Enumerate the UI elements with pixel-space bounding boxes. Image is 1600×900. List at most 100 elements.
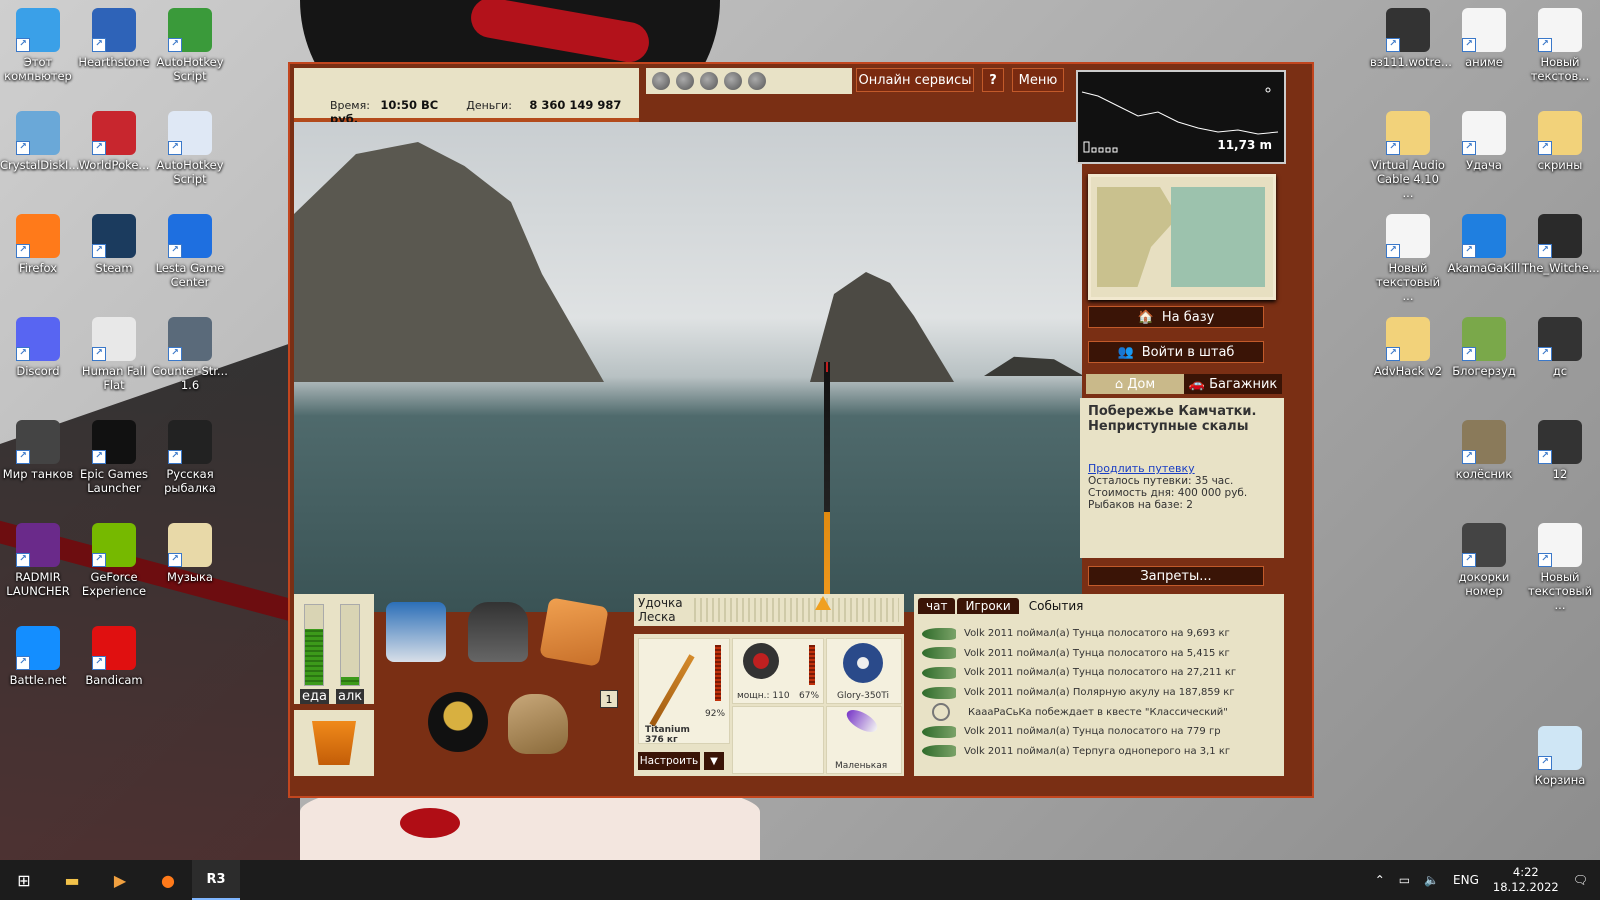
- desktop-icon-label: CrystalDiskI...: [0, 158, 80, 172]
- shortcut-arrow-icon: ↗: [1538, 450, 1552, 464]
- line-slot[interactable]: Glory-350Ti: [826, 638, 902, 704]
- enter-hq-button[interactable]: 👥 Войти в штаб: [1088, 341, 1264, 363]
- rod-slot-5-icon[interactable]: [748, 72, 766, 90]
- language-indicator[interactable]: ENG: [1453, 873, 1479, 887]
- shortcut-arrow-icon: ↗: [1538, 347, 1552, 361]
- desktop-icon[interactable]: ↗ Bandicam: [76, 626, 152, 687]
- text-file-icon: ↗: [1462, 8, 1506, 52]
- desktop-icon[interactable]: ↗ Новый текстов...: [1522, 8, 1598, 83]
- notification-icon[interactable]: 🗨: [1573, 873, 1588, 887]
- reel-slot[interactable]: мощн.: 110 67%: [732, 638, 824, 704]
- keepnet-bucket[interactable]: [294, 710, 374, 776]
- menu-button[interactable]: Меню: [1012, 68, 1064, 92]
- desktop-icon[interactable]: ↗ Музыка: [152, 523, 228, 584]
- desktop-icon[interactable]: ↗ Battle.net: [0, 626, 76, 687]
- tab-events[interactable]: События: [1020, 598, 1092, 614]
- desktop-icon[interactable]: ↗ докорки номер: [1446, 523, 1522, 598]
- desktop-icon[interactable]: ↗ 12: [1522, 420, 1598, 481]
- rod-percent: 92%: [705, 709, 726, 719]
- rod-slot-1-icon[interactable]: [652, 72, 670, 90]
- desktop-icon[interactable]: ↗ вз111.wotre...: [1370, 8, 1452, 69]
- desktop-icon[interactable]: ↗ дс: [1522, 317, 1598, 378]
- desktop-icon[interactable]: ↗ Удача: [1446, 111, 1522, 172]
- desktop-icon[interactable]: ↗ WorldPoke...: [76, 111, 152, 172]
- tension-track: [694, 598, 899, 622]
- shortcut-arrow-icon: ↗: [92, 553, 106, 567]
- rod-tension-label: Удочка: [638, 596, 683, 610]
- desktop-icon[interactable]: ↗ Корзина: [1522, 726, 1598, 787]
- to-base-button[interactable]: 🏠 На базу: [1088, 306, 1264, 328]
- tackle-box-icon[interactable]: [386, 602, 446, 662]
- desktop-icon[interactable]: ↗ колёсник: [1446, 420, 1522, 481]
- desktop-icon[interactable]: ↗ RADMIR LAUNCHER: [0, 523, 76, 598]
- location-map[interactable]: [1088, 174, 1276, 300]
- lure-slot[interactable]: Маленькая: [826, 705, 902, 774]
- rod-name: Titanium: [645, 725, 690, 735]
- desktop-icon[interactable]: ↗ Counter-Str... 1.6: [152, 317, 228, 392]
- desktop-icon-label: Steam: [95, 261, 133, 275]
- cauldron-icon[interactable]: [428, 692, 488, 752]
- chevron-up-icon[interactable]: ⌃: [1375, 873, 1385, 887]
- desktop-icon-label: WorldPoke...: [78, 158, 150, 172]
- desktop-icon[interactable]: ↗ AutoHotkey Script: [152, 111, 228, 186]
- desktop-icon[interactable]: ↗ Блогерзуд: [1446, 317, 1522, 378]
- setup-button[interactable]: Настроить: [638, 752, 700, 770]
- volume-icon[interactable]: 🔈: [1424, 873, 1439, 887]
- desktop-icon[interactable]: ↗ AutoHotkey Script: [152, 8, 228, 83]
- desktop-icon[interactable]: ↗ Steam: [76, 214, 152, 275]
- notebook-icon[interactable]: [539, 597, 609, 667]
- taskbar-media[interactable]: ▶: [96, 860, 144, 900]
- online-services-button[interactable]: Онлайн сервисы: [856, 68, 974, 92]
- desktop-icon[interactable]: ↗ Hearthstone: [76, 8, 152, 69]
- taskbar-rr3[interactable]: R3: [192, 860, 240, 900]
- rod-slot-2-icon[interactable]: [676, 72, 694, 90]
- reef-right: [984, 356, 1082, 376]
- tab-home[interactable]: ⌂ Дом: [1086, 374, 1184, 394]
- tab-trunk[interactable]: 🚗 Багажник: [1184, 374, 1282, 394]
- taskbar-explorer[interactable]: ▬: [48, 860, 96, 900]
- needs-meters: еда алк: [294, 594, 374, 704]
- shortcut-arrow-icon: ↗: [1538, 756, 1552, 770]
- desktop-icon[interactable]: ↗ GeForce Experience: [76, 523, 152, 598]
- desktop-icon[interactable]: ↗ Human Fall Flat: [76, 317, 152, 392]
- shortcut-arrow-icon: ↗: [16, 450, 30, 464]
- clock[interactable]: 4:22 18.12.2022: [1493, 865, 1559, 895]
- radmir-icon: ↗: [16, 523, 60, 567]
- food-fill: [305, 629, 323, 685]
- tab-players[interactable]: Игроки: [957, 598, 1019, 614]
- desktop-icon[interactable]: ↗ Новый текстовый ...: [1370, 214, 1446, 303]
- crystaldisk-icon: ↗: [16, 111, 60, 155]
- fishing-scene[interactable]: [294, 122, 1082, 612]
- backpack-icon[interactable]: [468, 602, 528, 662]
- desktop-icon[interactable]: ↗ скрины: [1522, 111, 1598, 172]
- empty-slot[interactable]: [732, 706, 824, 774]
- taskbar-firefox[interactable]: ●: [144, 860, 192, 900]
- rod-slot[interactable]: 92% Titanium 376 кг: [638, 638, 730, 745]
- extend-trip-link[interactable]: Продлить путевку: [1088, 462, 1276, 475]
- desktop-icon[interactable]: ↗ Мир танков: [0, 420, 76, 481]
- desktop-icon[interactable]: ↗ Epic Games Launcher: [76, 420, 152, 495]
- desktop-icon[interactable]: ↗ The_Witche...: [1522, 214, 1600, 275]
- desktop-icon[interactable]: ↗ аниме: [1446, 8, 1522, 69]
- battlenet-icon: ↗: [16, 626, 60, 670]
- setup-dropdown-icon[interactable]: ▼: [704, 752, 724, 770]
- bait-bag-icon[interactable]: [508, 694, 568, 754]
- bans-button[interactable]: Запреты...: [1088, 566, 1264, 586]
- tab-chat[interactable]: чат: [918, 598, 956, 614]
- desktop-icon[interactable]: ↗ CrystalDiskI...: [0, 111, 80, 172]
- desktop-icon[interactable]: ↗ Lesta Game Center: [152, 214, 228, 289]
- desktop-icon[interactable]: ↗ Этот компьютер: [0, 8, 76, 83]
- help-button[interactable]: ?: [982, 68, 1004, 92]
- house-icon: 🏠: [1137, 309, 1154, 325]
- network-icon[interactable]: ▭: [1399, 873, 1410, 887]
- desktop-icon[interactable]: ↗ Русская рыбалка: [152, 420, 228, 495]
- rod-slot-4-icon[interactable]: [724, 72, 742, 90]
- desktop-icon[interactable]: ↗ Firefox: [0, 214, 76, 275]
- desktop-icon[interactable]: ↗ AdvHack v2: [1370, 317, 1446, 378]
- rod-slot-3-icon[interactable]: [700, 72, 718, 90]
- desktop-icon[interactable]: ↗ Discord: [0, 317, 76, 378]
- start-button[interactable]: ⊞: [0, 860, 48, 900]
- desktop-icon[interactable]: ↗ AkamaGaKill: [1446, 214, 1522, 275]
- desktop-icon[interactable]: ↗ Virtual Audio Cable 4.10 ...: [1370, 111, 1446, 200]
- desktop-icon[interactable]: ↗ Новый текстовый ...: [1522, 523, 1598, 612]
